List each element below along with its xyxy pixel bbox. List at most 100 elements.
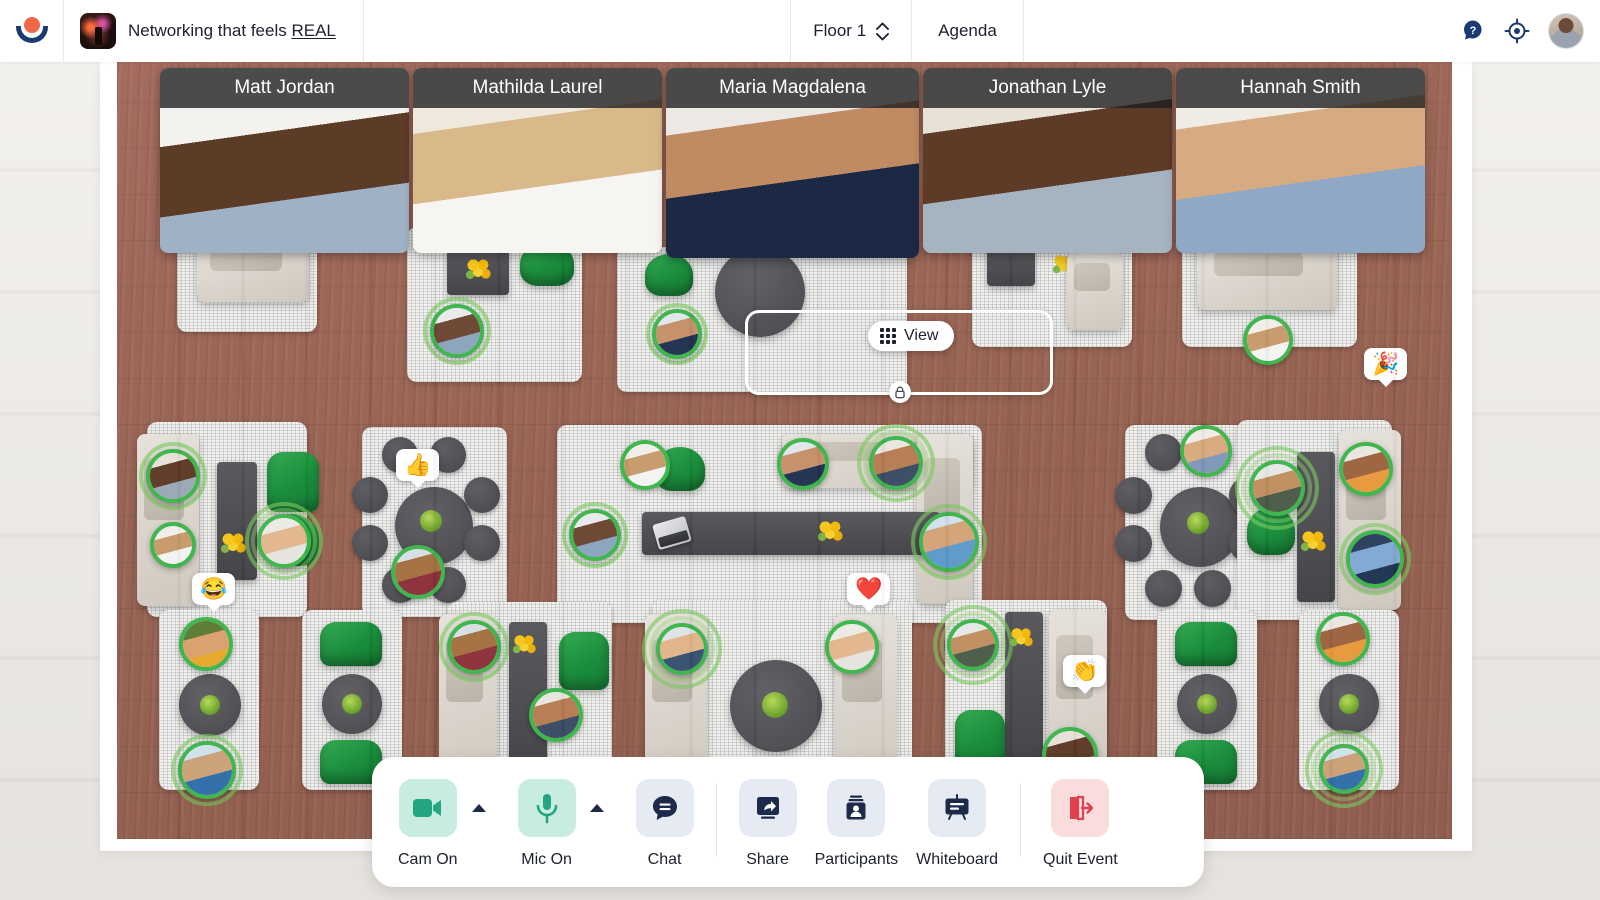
chair: [382, 437, 418, 473]
participant-avatar[interactable]: [919, 512, 979, 572]
participant-avatar[interactable]: [146, 449, 200, 503]
event-thumbnail-icon: [80, 13, 116, 49]
lock-closed-icon[interactable]: [889, 381, 911, 403]
plant: [1197, 694, 1217, 714]
caret-up-icon: [471, 804, 486, 812]
table: [509, 622, 547, 772]
table: [1297, 452, 1335, 602]
event-title-emphasis: REAL: [291, 21, 336, 40]
participants-button[interactable]: Participants: [815, 779, 898, 869]
plant: [1187, 512, 1209, 534]
reaction-bubble: 👏: [1063, 655, 1107, 687]
participant-avatar[interactable]: [1249, 460, 1305, 516]
help-question-bubble-icon[interactable]: ?: [1460, 18, 1486, 44]
cam-toggle-button[interactable]: Cam On: [398, 779, 458, 869]
speaking-ring: [439, 612, 509, 682]
participant-avatar[interactable]: [947, 619, 999, 671]
video-tile[interactable]: Mathilda Laurel: [413, 68, 662, 253]
table: [395, 487, 473, 565]
chat-button[interactable]: Chat: [635, 779, 694, 869]
participant-avatar[interactable]: [652, 309, 702, 359]
participant-avatar[interactable]: [1339, 442, 1393, 496]
participant-avatar[interactable]: [430, 304, 484, 358]
participant-avatar[interactable]: [569, 509, 621, 561]
chevron-up-down-icon[interactable]: [876, 22, 890, 41]
chair: [1145, 434, 1182, 471]
reaction-bubble: 😂: [192, 573, 236, 605]
mic-toggle-button[interactable]: Mic On: [517, 779, 576, 869]
participant-avatar[interactable]: [777, 438, 829, 490]
whiteboard-button[interactable]: Whiteboard: [916, 779, 998, 869]
avatar[interactable]: [1548, 13, 1584, 49]
speaking-ring: [1235, 446, 1319, 530]
table: [1177, 674, 1237, 734]
participant-avatar[interactable]: [1316, 612, 1370, 666]
participant-avatar[interactable]: [257, 514, 311, 568]
participant-avatar[interactable]: [150, 522, 196, 568]
participant-avatar[interactable]: [656, 623, 708, 675]
table: [1160, 487, 1240, 567]
video-camera-icon: [398, 779, 457, 837]
speaking-ring: [649, 616, 715, 682]
participant-avatar[interactable]: [447, 620, 501, 674]
whiteboard-icon: [928, 779, 987, 837]
floor-selector[interactable]: Floor 1: [790, 0, 913, 62]
flowers: [1009, 627, 1035, 649]
participant-avatar[interactable]: [825, 620, 879, 674]
video-tile-strip: Matt Jordan Mathilda Laurel Maria Magdal…: [160, 68, 1425, 258]
participant-avatar[interactable]: [178, 741, 236, 799]
flowers: [1300, 530, 1328, 554]
armchair: [1247, 507, 1295, 555]
video-tile[interactable]: Jonathan Lyle: [923, 68, 1172, 253]
armchair: [655, 447, 705, 491]
chat-bubble-icon: [635, 779, 694, 837]
event-info[interactable]: Networking that feels REAL: [64, 0, 364, 62]
participant-avatar[interactable]: [620, 440, 670, 490]
participant-avatar[interactable]: [391, 545, 445, 599]
flowers: [512, 634, 538, 656]
plant: [342, 694, 362, 714]
speaking-ring: [245, 502, 323, 580]
speaking-ring: [642, 609, 722, 689]
agenda-button[interactable]: Agenda: [912, 0, 1024, 62]
chat-label: Chat: [647, 851, 682, 868]
participant-avatar[interactable]: [869, 436, 923, 490]
rug: [147, 422, 307, 617]
speaking-ring: [251, 508, 317, 574]
locate-target-icon[interactable]: [1504, 18, 1530, 44]
flowers: [465, 258, 493, 282]
participant-avatar[interactable]: [1180, 425, 1232, 477]
chair: [1194, 434, 1231, 471]
chair: [464, 477, 500, 513]
caret-up-icon: [589, 804, 604, 812]
quit-event-button[interactable]: Quit Event: [1043, 779, 1118, 869]
cam-toggle-label: Cam On: [398, 851, 458, 868]
participant-avatar[interactable]: [1319, 744, 1369, 794]
mic-options-caret[interactable]: [576, 779, 618, 837]
rug: [1237, 420, 1392, 620]
couch: [782, 434, 972, 488]
microphone-icon: [517, 779, 576, 837]
armchair: [320, 622, 382, 666]
cam-options-caret[interactable]: [458, 779, 500, 837]
participant-avatar[interactable]: [1346, 530, 1404, 588]
chair: [352, 477, 388, 513]
view-button[interactable]: View: [868, 321, 955, 351]
participant-avatar[interactable]: [1243, 315, 1293, 365]
armchair: [263, 514, 319, 566]
chair: [1194, 570, 1231, 607]
speaking-ring: [940, 612, 1006, 678]
screen-share-icon: [738, 779, 797, 837]
flowers: [220, 532, 248, 556]
mic-toggle-label: Mic On: [521, 851, 572, 868]
video-tile[interactable]: Hannah Smith: [1176, 68, 1425, 253]
participant-avatar[interactable]: [179, 617, 233, 671]
speaking-ring: [171, 734, 243, 806]
share-button[interactable]: Share: [738, 779, 797, 869]
speaking-ring: [933, 605, 1013, 685]
speaking-ring: [646, 303, 708, 365]
video-tile[interactable]: Maria Magdalena: [666, 68, 919, 258]
video-tile[interactable]: Matt Jordan: [160, 68, 409, 253]
app-logo[interactable]: [0, 0, 64, 62]
participant-avatar[interactable]: [529, 688, 583, 742]
